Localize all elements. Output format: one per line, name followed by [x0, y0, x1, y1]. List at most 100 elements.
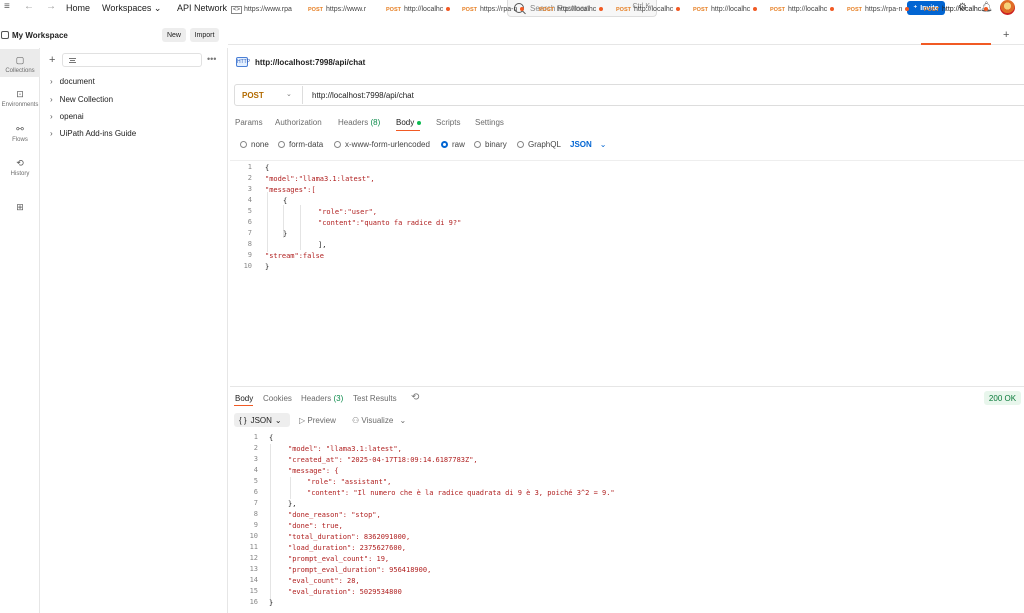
rail-history[interactable]: ⟲ History — [0, 158, 40, 177]
nav-api-network[interactable]: API Network — [177, 3, 227, 13]
url-input[interactable]: http://localhost:7998/api/chat — [312, 91, 414, 100]
rail-flows[interactable]: ⚯ Flows — [0, 124, 40, 143]
request-tab[interactable]: POST http://localhc — [616, 6, 681, 13]
chevron-down-icon[interactable]: ⌄ — [286, 90, 292, 98]
response-tab-test-results[interactable]: Test Results — [353, 394, 397, 403]
back-arrow-icon[interactable]: ← — [24, 1, 34, 12]
request-tab[interactable]: POST https://www.r — [308, 6, 366, 13]
collections-icon: ▢ — [15, 55, 25, 65]
line-number: 10 — [249, 532, 258, 540]
line-number: 8 — [253, 510, 258, 518]
indent-guide — [267, 192, 268, 252]
rail-environments[interactable]: ⊡ Environments — [0, 89, 40, 108]
rail-configure[interactable]: ⊞ — [0, 202, 40, 215]
response-tab-headers[interactable]: Headers (3) — [301, 394, 343, 403]
chevron-right-icon: › — [50, 129, 53, 138]
filter-input[interactable] — [62, 53, 202, 67]
request-title[interactable]: http://localhost:7998/api/chat — [255, 58, 365, 67]
code-line: "role": "assistant", — [307, 478, 392, 486]
request-tab[interactable]: POST https://rpa-n — [847, 6, 910, 13]
status-badge[interactable]: 200 OK — [984, 391, 1021, 405]
line-number: 7 — [253, 499, 258, 507]
tab-params[interactable]: Params — [235, 118, 263, 127]
request-tab[interactable]: <> https://www.rpa — [231, 6, 292, 14]
history-icon: ⟲ — [16, 158, 24, 168]
code-line: { — [265, 164, 270, 172]
request-body-editor[interactable] — [230, 160, 1024, 385]
code-line: } — [265, 263, 270, 271]
nav-home[interactable]: Home — [66, 3, 90, 13]
nav-workspaces[interactable]: Workspaces ⌄ — [102, 3, 161, 14]
rail-collections[interactable]: ▢ Collections — [0, 49, 40, 77]
tab-scripts[interactable]: Scripts — [436, 118, 460, 127]
line-number: 4 — [253, 466, 258, 474]
code-line: "prompt_eval_count": 19, — [288, 555, 390, 563]
avatar[interactable] — [1000, 0, 1015, 15]
line-number: 10 — [243, 262, 252, 270]
body-type-graphql[interactable]: GraphQL — [517, 140, 561, 149]
code-line: { — [283, 197, 288, 205]
more-options-icon[interactable]: ••• — [207, 54, 216, 64]
new-button[interactable]: New — [162, 28, 186, 42]
code-line: ], — [318, 241, 327, 249]
collection-item[interactable]: › openai — [50, 112, 84, 121]
line-number: 3 — [253, 455, 258, 463]
add-user-icon: ⁺ — [913, 5, 918, 12]
body-type-urlencoded[interactable]: x-www-form-urlencoded — [334, 140, 430, 149]
body-type-binary[interactable]: binary — [474, 140, 507, 149]
forward-arrow-icon[interactable]: → — [46, 1, 56, 12]
code-line: "role":"user", — [318, 208, 378, 216]
code-line: "message": { — [288, 467, 339, 475]
configure-sidebar-icon: ⊞ — [16, 202, 24, 212]
collection-item[interactable]: › UiPath Add-ins Guide — [50, 129, 136, 138]
response-tab-body[interactable]: Body — [235, 394, 253, 403]
response-tab-cookies[interactable]: Cookies — [263, 394, 292, 403]
visualize-button[interactable]: ⚇ Visualize ⌄ — [352, 416, 406, 425]
radio-icon — [474, 141, 481, 148]
request-tab-active[interactable]: POST http://localhc — [924, 6, 989, 13]
unsaved-dot — [446, 7, 451, 12]
line-number: 9 — [247, 251, 252, 259]
tab-body[interactable]: Body — [396, 118, 422, 127]
code-line: "content": "Il numero che è la radice qu… — [307, 489, 615, 497]
active-response-tab-indicator — [234, 405, 253, 406]
url-divider — [302, 86, 303, 104]
code-line: "stream":false — [265, 252, 325, 260]
method-select[interactable]: POST — [242, 91, 264, 100]
tab-authorization[interactable]: Authorization — [275, 118, 322, 127]
workspace-title[interactable]: My Workspace — [12, 31, 68, 40]
line-number: 1 — [247, 163, 252, 171]
line-number: 16 — [249, 598, 258, 606]
chevron-right-icon: › — [50, 77, 53, 86]
request-tab[interactable]: POST http://localhc — [539, 6, 604, 13]
code-line: "done": true, — [288, 522, 343, 530]
unsaved-dot — [753, 7, 758, 12]
body-type-raw[interactable]: raw — [441, 140, 465, 149]
collection-item[interactable]: › New Collection — [50, 95, 113, 104]
body-type-form-data[interactable]: form-data — [278, 140, 323, 149]
active-request-tab-indicator — [396, 130, 420, 131]
request-tab[interactable]: POST http://localhc — [693, 6, 758, 13]
request-tab[interactable]: POST https://rpa-n — [462, 6, 525, 13]
response-format-select[interactable]: { } JSON ⌄ — [234, 413, 290, 427]
add-collection-icon[interactable]: + — [49, 54, 55, 66]
unsaved-dot — [830, 7, 835, 12]
code-line: "model": "llama3.1:latest", — [288, 445, 402, 453]
new-tab-icon[interactable]: + — [1003, 29, 1009, 41]
import-button[interactable]: Import — [190, 28, 219, 42]
tab-headers[interactable]: Headers (8) — [338, 118, 380, 127]
body-type-none[interactable]: none — [240, 140, 269, 149]
code-line: "prompt_eval_duration": 956418900, — [288, 566, 432, 574]
preview-button[interactable]: ▷ Preview — [299, 416, 336, 425]
request-tab[interactable]: POST http://localhc — [770, 6, 835, 13]
collection-item[interactable]: › document — [50, 77, 95, 86]
tab-settings[interactable]: Settings — [475, 118, 504, 127]
line-number: 4 — [247, 196, 252, 204]
request-tab[interactable]: POST http://localhc — [386, 6, 451, 13]
body-format-select[interactable]: JSON ⌄ — [570, 140, 607, 149]
response-history-icon[interactable]: ⟲ — [411, 392, 419, 403]
hamburger-menu-icon[interactable]: ≡ — [4, 1, 10, 12]
code-line: "created_at": "2025-04-17T18:09:14.61877… — [288, 456, 478, 464]
workspace-icon — [1, 31, 9, 39]
chevron-down-icon: ⌄ — [399, 416, 407, 425]
